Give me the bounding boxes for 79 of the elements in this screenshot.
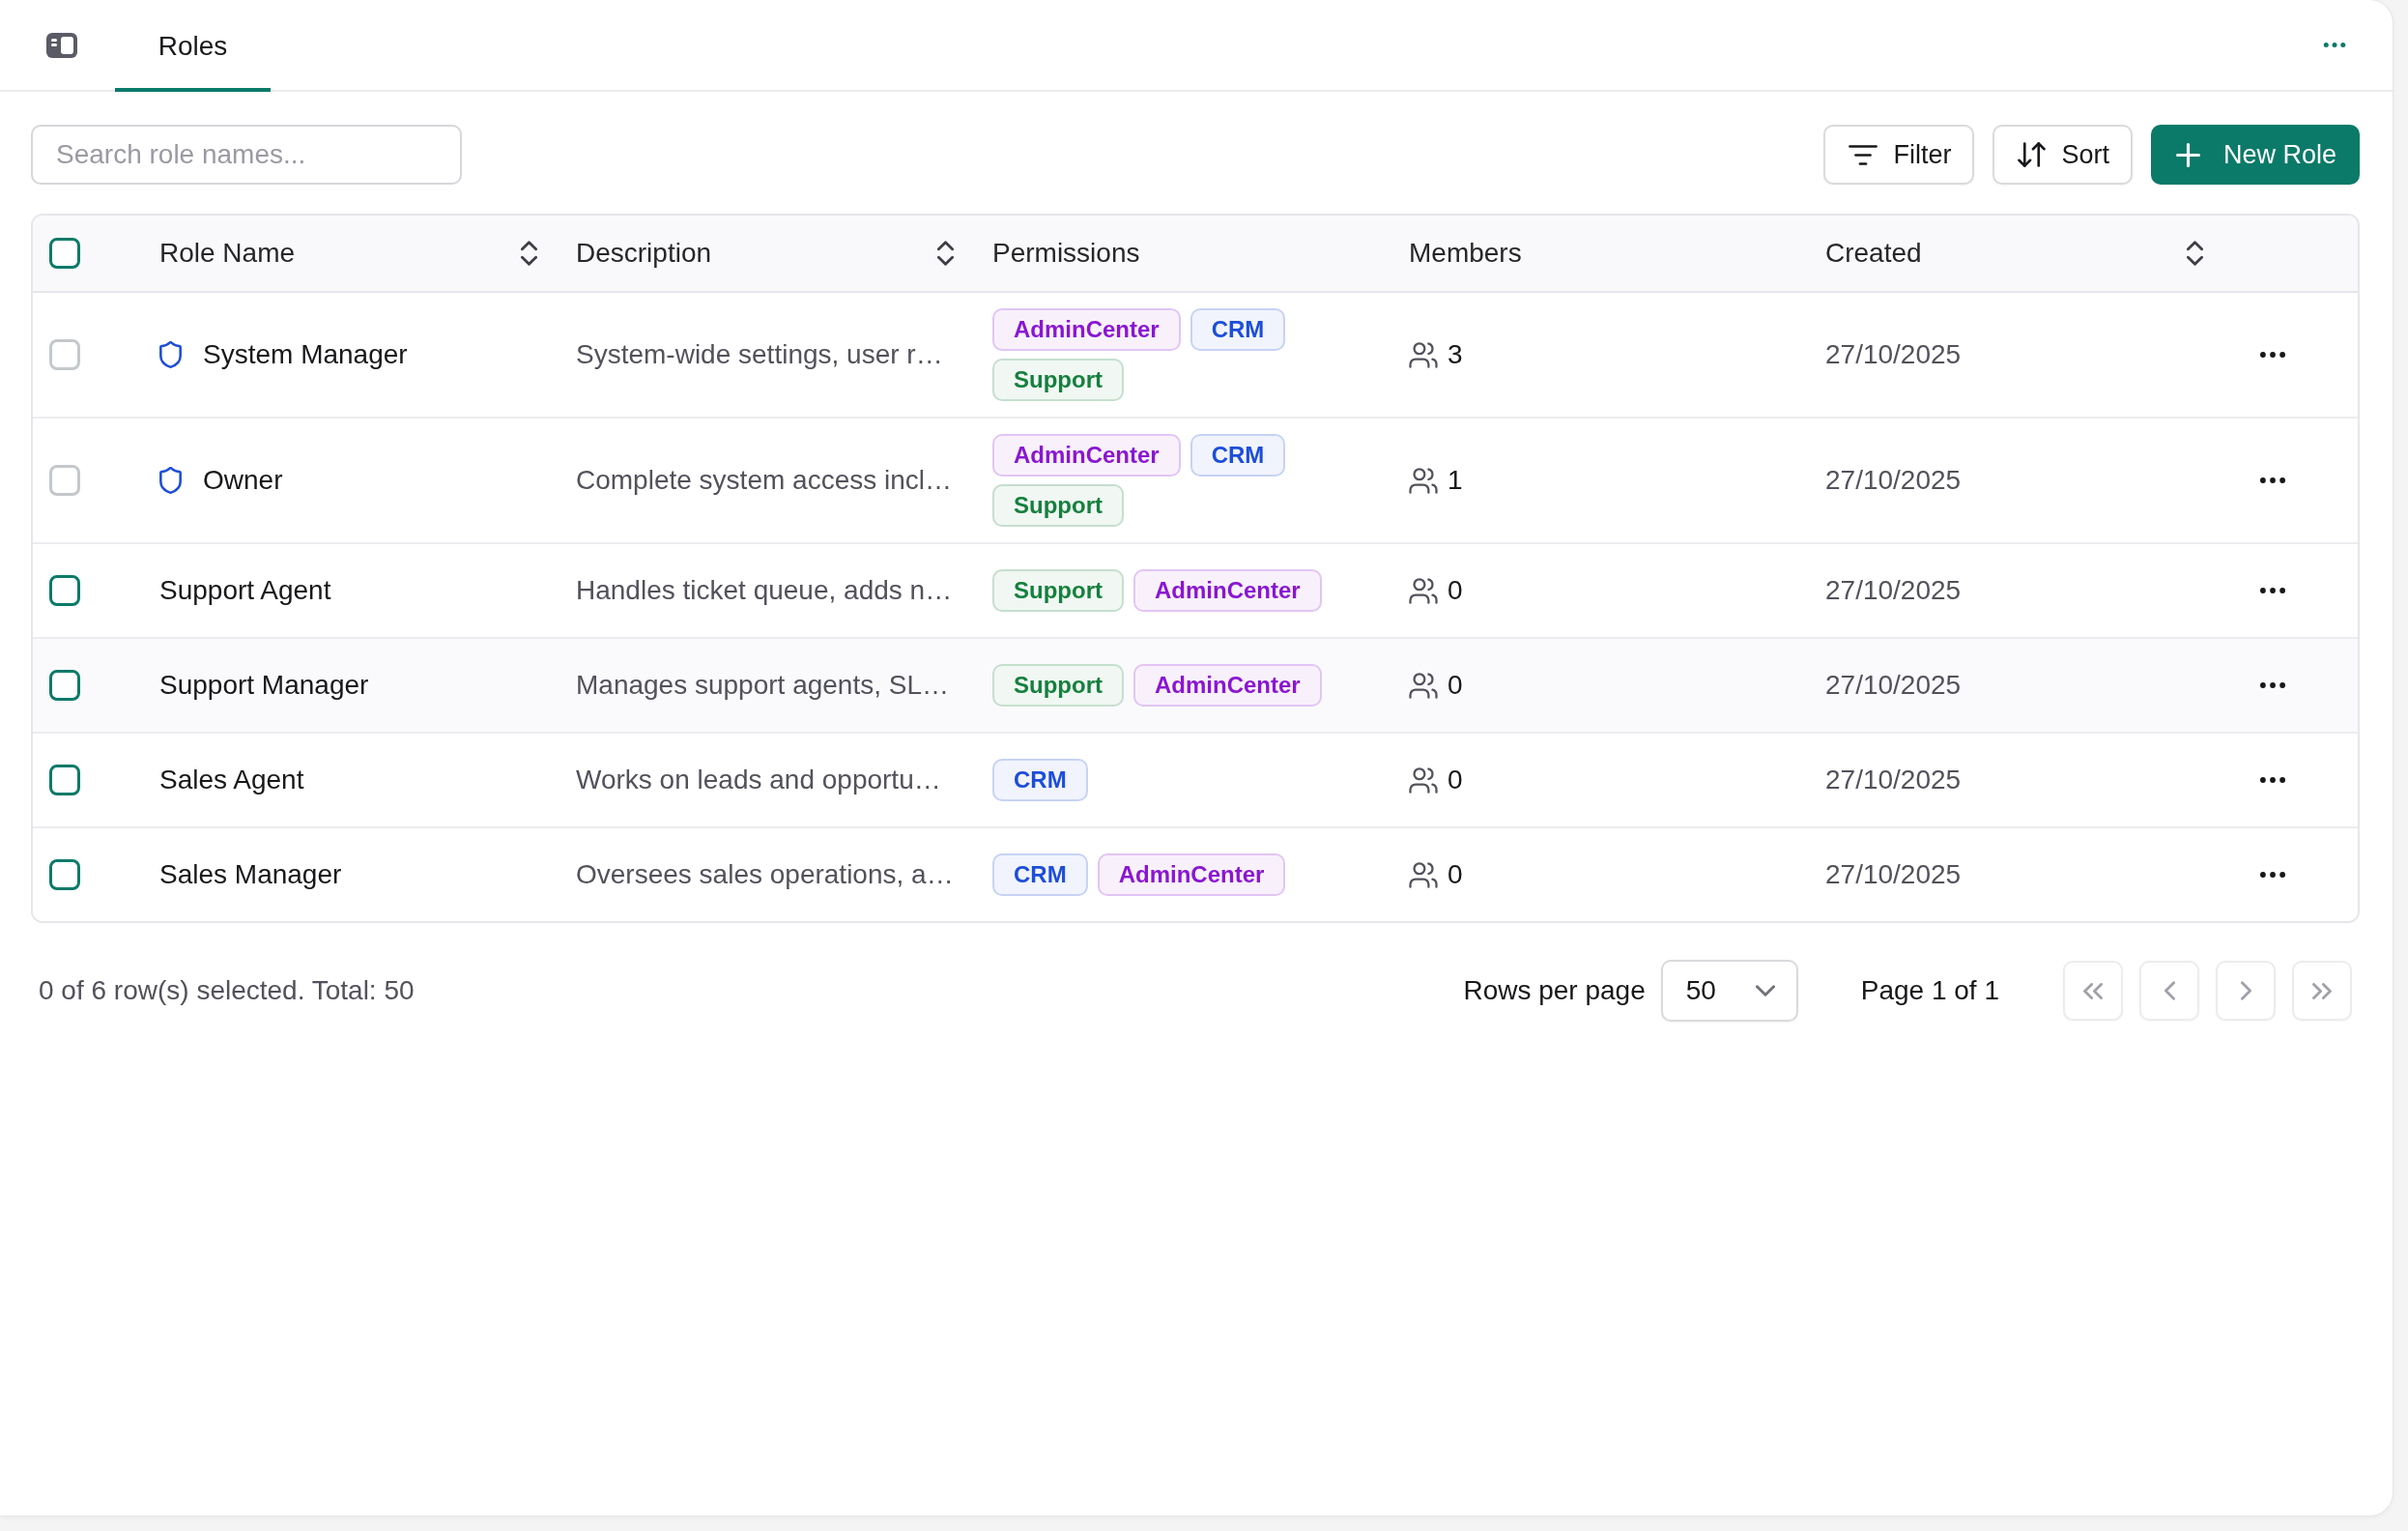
member-count: 1 (1448, 465, 1463, 496)
permission-tag: CRM (992, 759, 1088, 801)
role-name: Support Agent (159, 575, 331, 606)
permission-tag: AdminCenter (1133, 569, 1322, 612)
created-date: 27/10/2025 (1825, 339, 1962, 370)
column-header[interactable]: Members (1409, 230, 1787, 276)
table-row[interactable]: Support Manager Manages support agents, SL… Support AdminCenter 0 27/10/2025 (33, 639, 2358, 734)
role-description: System-wide settings, user r… (576, 339, 943, 370)
member-count: 0 (1448, 670, 1463, 701)
permission-tag: Support (992, 569, 1124, 612)
chevron-left-icon (2164, 981, 2175, 1000)
users-icon (1409, 577, 1438, 604)
role-name: Owner (203, 465, 283, 496)
chevron-down-icon (1755, 985, 1775, 997)
filter-button[interactable]: Filter (1823, 125, 1975, 185)
permission-tag: AdminCenter (1133, 664, 1322, 707)
created-date: 27/10/2025 (1825, 859, 1962, 890)
column-header[interactable]: Role Name (159, 230, 537, 276)
role-name: Sales Agent (159, 765, 304, 795)
created-date: 27/10/2025 (1825, 670, 1962, 701)
member-count: 0 (1448, 575, 1463, 606)
users-icon (1409, 861, 1438, 888)
member-count: 3 (1448, 339, 1463, 370)
more-icon[interactable] (2260, 777, 2285, 783)
more-icon[interactable] (2260, 872, 2285, 878)
member-count: 0 (1448, 859, 1463, 890)
filter-icon (1849, 144, 1878, 165)
permission-tag: AdminCenter (1097, 853, 1286, 896)
member-count: 0 (1448, 765, 1463, 795)
chevron-right-icon (2240, 981, 2251, 1000)
created-date: 27/10/2025 (1825, 765, 1962, 795)
column-header[interactable]: Created (1825, 230, 2203, 276)
role-description: Complete system access incl… (576, 465, 952, 496)
users-icon (1409, 467, 1438, 494)
sidebar-toggle-icon[interactable] (46, 32, 77, 58)
double-chevron-right-icon (2312, 982, 2332, 999)
permission-tag: Support (992, 359, 1124, 401)
users-icon (1409, 672, 1438, 699)
page-indicator: Page 1 of 1 (1860, 975, 1999, 1006)
row-checkbox[interactable] (49, 575, 80, 606)
role-name: Sales Manager (159, 859, 342, 890)
created-date: 27/10/2025 (1825, 465, 1962, 496)
select-all-checkbox[interactable] (49, 238, 80, 269)
sort-chevrons-icon[interactable] (2187, 241, 2203, 266)
sort-arrows-icon (2018, 142, 2047, 167)
new-role-button[interactable]: New Role (2150, 125, 2360, 185)
users-icon (1409, 341, 1438, 368)
permission-tag: Support (992, 664, 1124, 707)
sort-chevrons-icon[interactable] (521, 241, 537, 266)
role-description: Works on leads and opportu… (576, 765, 941, 795)
sort-chevrons-icon[interactable] (937, 241, 954, 266)
role-description: Handles ticket queue, adds n… (576, 575, 953, 606)
column-header[interactable]: Permissions (992, 230, 1370, 276)
more-icon[interactable] (2260, 588, 2285, 593)
plus-icon (2175, 142, 2200, 167)
column-header[interactable]: Description (576, 230, 954, 276)
role-description: Oversees sales operations, a… (576, 859, 954, 890)
role-name: Support Manager (159, 670, 369, 701)
row-checkbox[interactable] (49, 859, 80, 890)
permission-tag: CRM (1190, 434, 1286, 477)
rows-per-page-label: Rows per page (1463, 975, 1646, 1006)
sort-button[interactable]: Sort (1992, 125, 2133, 185)
more-icon[interactable] (2260, 682, 2285, 688)
double-chevron-left-icon (2083, 982, 2103, 999)
permission-tag: AdminCenter (992, 308, 1181, 351)
permission-tag: CRM (992, 853, 1088, 896)
permission-tag: AdminCenter (992, 434, 1181, 477)
search-field[interactable]: Search role names... (31, 125, 462, 185)
permission-tag: CRM (1190, 308, 1286, 351)
role-description: Manages support agents, SL… (576, 670, 949, 701)
created-date: 27/10/2025 (1825, 575, 1962, 606)
users-icon (1409, 766, 1438, 794)
row-checkbox[interactable] (49, 765, 80, 795)
role-name: System Manager (203, 339, 408, 370)
permission-tag: Support (992, 484, 1124, 527)
tab[interactable]: Roles (115, 0, 271, 92)
rows-per-page-select[interactable]: 50 (1660, 960, 1798, 1022)
selection-summary: 0 of 6 row(s) selected. Total: 50 (39, 975, 415, 1006)
row-checkbox[interactable] (49, 670, 80, 701)
